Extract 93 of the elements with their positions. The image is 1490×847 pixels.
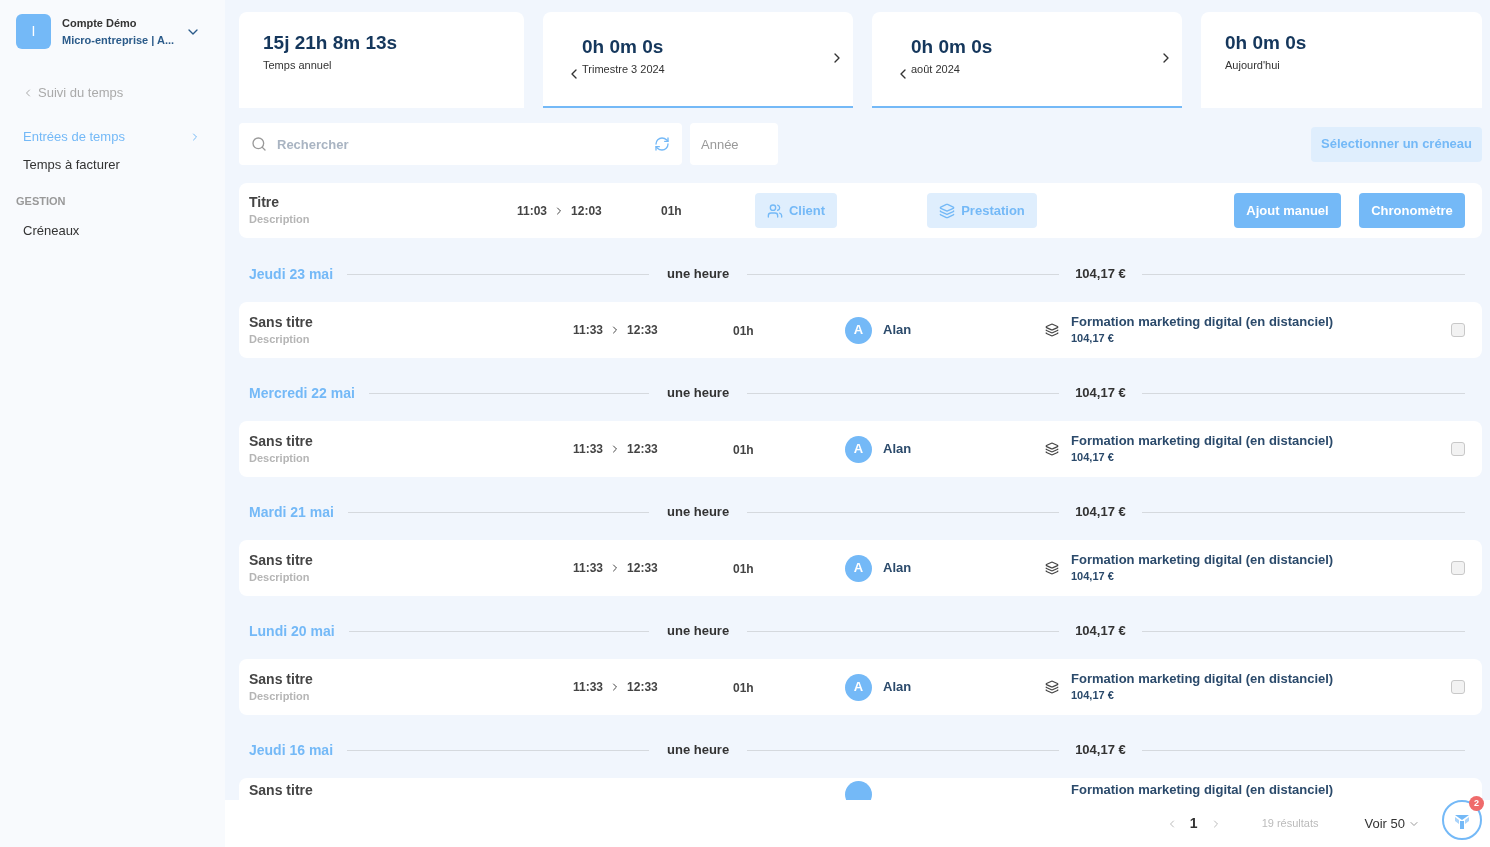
year-field[interactable]: Année [690, 123, 778, 165]
day-heading: Lundi 20 mai [249, 621, 335, 641]
start-time: 11:33 [573, 679, 604, 696]
stat-label: Temps annuel [263, 58, 333, 73]
entry-title: Sans titre [249, 431, 314, 450]
service-amount: 104,17 € [1071, 331, 1115, 347]
service-name: Formation marketing digital (en distanciel) [1071, 313, 1335, 331]
client-name: Alan [883, 321, 912, 340]
service-name: Formation marketing digital (en distanciel) [1071, 781, 1335, 798]
day-total-amount: 104,17 € [1075, 622, 1126, 641]
service-amount: 104,17 € [1071, 450, 1115, 466]
section-heading: GESTION [16, 193, 67, 209]
start-time[interactable]: 11:03 [517, 201, 548, 220]
end-time: 12:33 [627, 441, 658, 458]
stat-value: 0h 0m 0s [582, 35, 665, 60]
day-heading: Jeudi 23 mai [249, 264, 334, 284]
start-time: 11:33 [573, 560, 604, 577]
time-entry-row[interactable]: Sans titre Description 11:33 12:33 01h A Alan Formation marketing digital (en distanciel) 104,17 € [239, 540, 1482, 596]
entry-title: Sans titre [249, 669, 314, 688]
entry-description: Description [249, 569, 311, 585]
client-avatar: A [845, 435, 872, 463]
account-name: Compte Démo [62, 16, 138, 31]
time-entry-row[interactable]: Sans titre Description 11:33 12:33 01h A Alan Formation marketing digital (en distanciel) 104,17 € [239, 421, 1482, 477]
time-entry-row[interactable]: Sans titre Description 11:33 12:33 01h A Alan Formation marketing digital (en distanciel) 104,17 € [239, 302, 1482, 358]
end-time: 12:33 [627, 560, 658, 577]
entry-description: Description [249, 331, 311, 347]
results-count: 19 résultats [1261, 816, 1319, 832]
service-icon [1045, 442, 1059, 456]
entry-duration: 01h [661, 202, 683, 220]
stat-label: Aujourd'hui [1225, 58, 1281, 73]
service-name: Formation marketing digital (en distanciel) [1071, 432, 1335, 450]
search-field[interactable]: Rechercher [239, 123, 682, 165]
stat-value: 15j 21h 8m 13s [263, 31, 399, 55]
entry-duration: 01h [733, 324, 754, 338]
day-total-amount: 104,17 € [1075, 265, 1126, 284]
client-avatar: A [845, 316, 872, 344]
day-total-time: une heure [667, 622, 730, 641]
current-page[interactable]: 1 [1189, 813, 1198, 834]
entry-duration: 01h [733, 443, 754, 457]
start-time: 11:33 [573, 322, 604, 339]
entry-description: Description [249, 688, 311, 704]
client-name: Alan [883, 440, 912, 459]
day-heading: Mercredi 22 mai [249, 383, 355, 403]
day-total-time: une heure [667, 265, 730, 284]
people-icon [766, 202, 783, 219]
refresh-icon[interactable] [654, 136, 670, 152]
client-avatar: A [845, 673, 872, 701]
end-time: 12:33 [627, 679, 658, 696]
service-amount: 104,17 € [1071, 569, 1115, 585]
entry-title: Sans titre [249, 312, 314, 331]
service-icon [1045, 680, 1059, 694]
search-icon [251, 136, 267, 152]
entry-checkbox[interactable] [1451, 561, 1465, 575]
sidebar-item[interactable]: Créneaux [16, 217, 209, 245]
stat-value: 0h 0m 0s [1225, 31, 1308, 55]
service-name: Formation marketing digital (en distanciel) [1071, 551, 1335, 569]
entry-checkbox[interactable] [1451, 442, 1465, 456]
day-heading: Mardi 21 mai [249, 502, 334, 522]
stat-label: août 2024 [911, 62, 961, 78]
stat-value: 0h 0m 0s [911, 35, 994, 60]
account-subtitle: Micro-entreprise | A... [62, 32, 176, 48]
time-entry-row[interactable]: Sans titre Formation marketing digital (en distanciel) [239, 778, 1482, 800]
day-total-amount: 104,17 € [1075, 503, 1126, 522]
entry-title: Sans titre [249, 550, 314, 569]
start-time: 11:33 [573, 441, 604, 458]
entry-duration: 01h [733, 681, 754, 695]
client-avatar [845, 781, 872, 800]
layers-icon [939, 202, 956, 219]
day-heading: Jeudi 16 mai [249, 740, 334, 760]
service-icon [1045, 323, 1059, 337]
day-total-time: une heure [667, 503, 730, 522]
entry-title: Sans titre [249, 781, 314, 799]
service-name: Formation marketing digital (en distanciel) [1071, 670, 1335, 688]
service-amount: 104,17 € [1071, 688, 1115, 704]
client-name: Alan [883, 559, 912, 578]
client-name: Alan [883, 678, 912, 697]
service-icon [1045, 561, 1059, 575]
entry-duration: 01h [733, 562, 754, 576]
time-entry-row[interactable]: Sans titre Description 11:33 12:33 01h A Alan Formation marketing digital (en distanciel) 104,17 € [239, 659, 1482, 715]
stat-label: Trimestre 3 2024 [582, 62, 666, 78]
end-time[interactable]: 12:03 [571, 201, 602, 220]
day-total-amount: 104,17 € [1075, 384, 1126, 403]
client-avatar: A [845, 554, 872, 582]
day-total-time: une heure [667, 384, 730, 403]
entry-checkbox[interactable] [1451, 323, 1465, 337]
end-time: 12:33 [627, 322, 658, 339]
entry-checkbox[interactable] [1451, 680, 1465, 694]
entry-description: Description [249, 450, 311, 466]
day-total-amount: 104,17 € [1075, 741, 1126, 760]
sidebar-item[interactable]: Temps à facturer [16, 150, 209, 179]
title-field[interactable]: Titre [249, 193, 517, 212]
per-page-select[interactable]: Voir 50 [1364, 813, 1420, 834]
day-total-time: une heure [667, 741, 730, 760]
